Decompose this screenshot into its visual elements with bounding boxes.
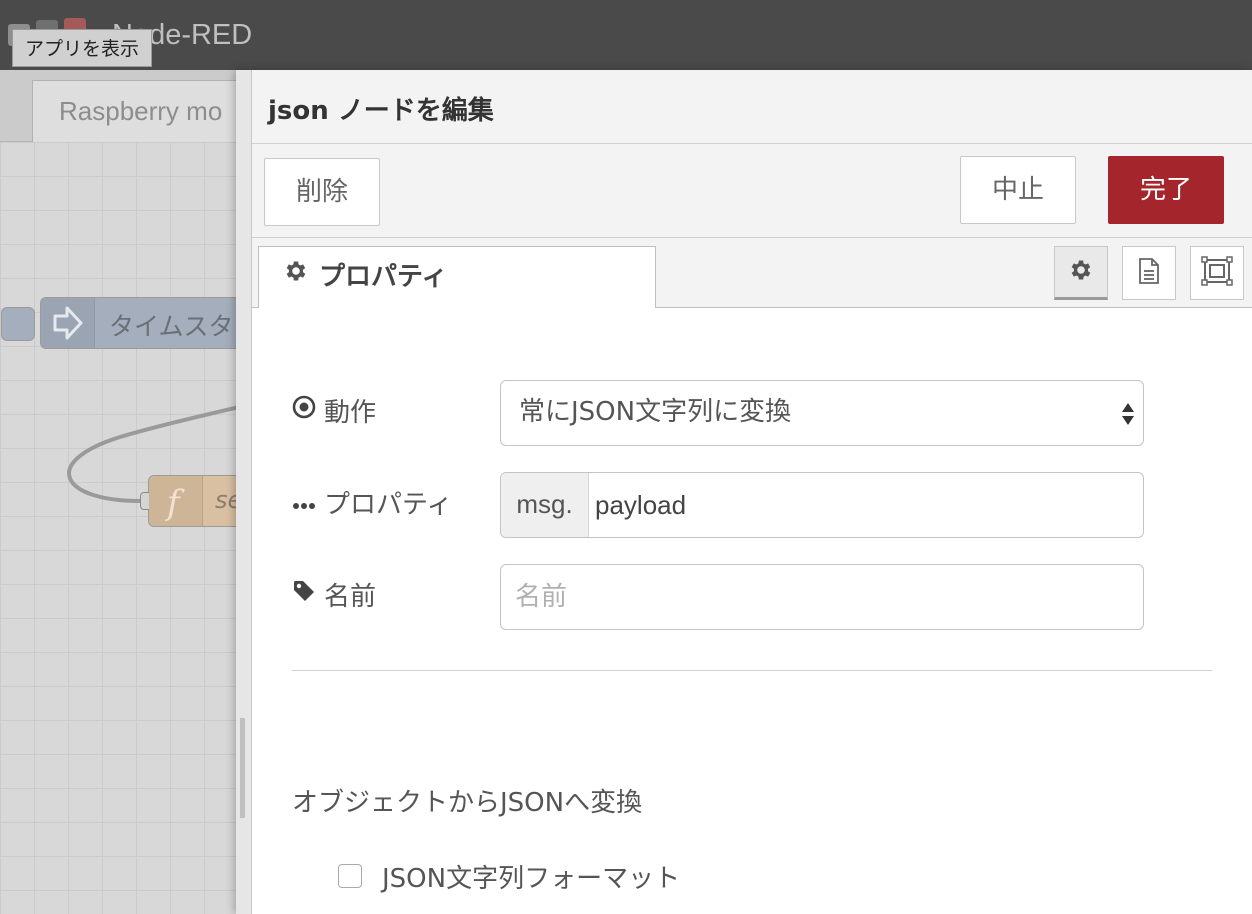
name-field: [500, 564, 1144, 630]
name-input[interactable]: [501, 565, 1143, 629]
gear-icon: [1068, 257, 1094, 287]
node-properties-form: 動作 常にJSON文字列に変換 プロパティ msg. payload 名前 名前…: [252, 308, 1252, 914]
property-label-text: プロパティ: [324, 490, 453, 520]
property-label: プロパティ: [292, 472, 452, 538]
tab-properties-label: プロパティ: [319, 262, 448, 292]
property-typed-input[interactable]: msg. payload: [500, 472, 1144, 538]
flow-tab-bar: Raspberry mo: [0, 70, 252, 142]
name-label-text: 名前: [324, 582, 377, 612]
section-heading: オブジェクトからJSONへ変換: [292, 788, 643, 818]
action-label-text: 動作: [324, 398, 377, 428]
svg-text:f: f: [164, 483, 185, 523]
form-divider: [292, 670, 1212, 671]
name-label: 名前: [292, 564, 376, 630]
tray-tabs: プロパティ: [252, 238, 1252, 309]
tray-toolbar: 削除 中止 完了: [252, 144, 1252, 238]
tab-properties[interactable]: プロパティ: [258, 246, 656, 309]
resize-grip[interactable]: [240, 718, 245, 818]
show-app-tooltip: アプリを表示: [12, 29, 153, 67]
done-button[interactable]: 完了: [1108, 156, 1224, 224]
flow-tab[interactable]: Raspberry mo: [32, 80, 252, 142]
delete-button[interactable]: 削除: [264, 158, 380, 226]
property-row: プロパティ msg. payload: [292, 472, 1152, 538]
action-select[interactable]: 常にJSON文字列に変換: [500, 380, 1144, 446]
tray-header: json ノードを編集: [252, 70, 1252, 144]
name-row: 名前: [292, 564, 1152, 630]
action-row: 動作 常にJSON文字列に変換: [292, 380, 1152, 446]
function-icon: f: [149, 476, 203, 526]
gear-icon: [283, 246, 309, 306]
edit-tray: json ノードを編集 削除 中止 完了 プロパティ 動作 常にJSON文字列に…: [236, 70, 1252, 914]
ellipsis-icon: [292, 470, 316, 536]
pretty-format-label[interactable]: JSON文字列フォーマット: [382, 858, 680, 895]
property-type-selector[interactable]: msg.: [501, 473, 589, 537]
flow-workspace[interactable]: Raspberry mo タイムスタ f se: [0, 70, 252, 914]
action-label: 動作: [292, 380, 376, 446]
select-arrows-icon: [1122, 403, 1134, 425]
description-tab-button[interactable]: [1122, 246, 1176, 300]
action-select-value: 常にJSON文字列に変換: [519, 397, 792, 427]
dot-circle-icon: [292, 378, 316, 444]
arrow-in-icon: [41, 298, 95, 348]
node-wire: [67, 401, 252, 503]
frame-icon: [1201, 256, 1233, 290]
pretty-format-checkbox[interactable]: [338, 864, 362, 888]
inject-button[interactable]: [1, 307, 35, 341]
node-label: タイムスタ: [109, 312, 234, 341]
appearance-tab-button[interactable]: [1190, 246, 1244, 300]
tag-icon: [292, 562, 316, 628]
document-icon: [1136, 257, 1162, 289]
cancel-button[interactable]: 中止: [960, 156, 1076, 224]
tray-resize-handle[interactable]: [236, 70, 252, 914]
property-value[interactable]: payload: [595, 473, 686, 537]
settings-tab-button[interactable]: [1054, 246, 1108, 300]
tray-title: json ノードを編集: [268, 96, 494, 126]
app-header: Node-RED: [0, 0, 1252, 70]
timestamp-node[interactable]: タイムスタ: [1, 297, 252, 349]
